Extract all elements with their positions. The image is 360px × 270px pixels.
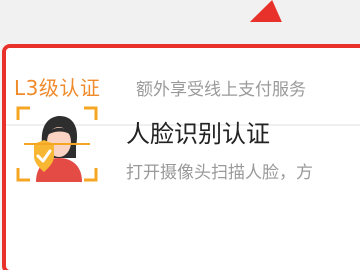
pointer-arrow-icon [249,0,293,22]
level-subtitle: 额外享受线上支付服务 [136,80,306,100]
auth-item-description: 打开摄像头扫描人脸，方 [126,163,313,183]
top-area [0,0,360,44]
auth-item-title[interactable]: 人脸识别认证 [126,114,270,149]
level-title: L3级认证 [14,76,101,100]
face-recognition-icon [16,106,98,182]
page: L3级认证 额外享受线上支付服务 人脸识别认证 打开摄像头扫描人脸，方 [0,0,360,270]
